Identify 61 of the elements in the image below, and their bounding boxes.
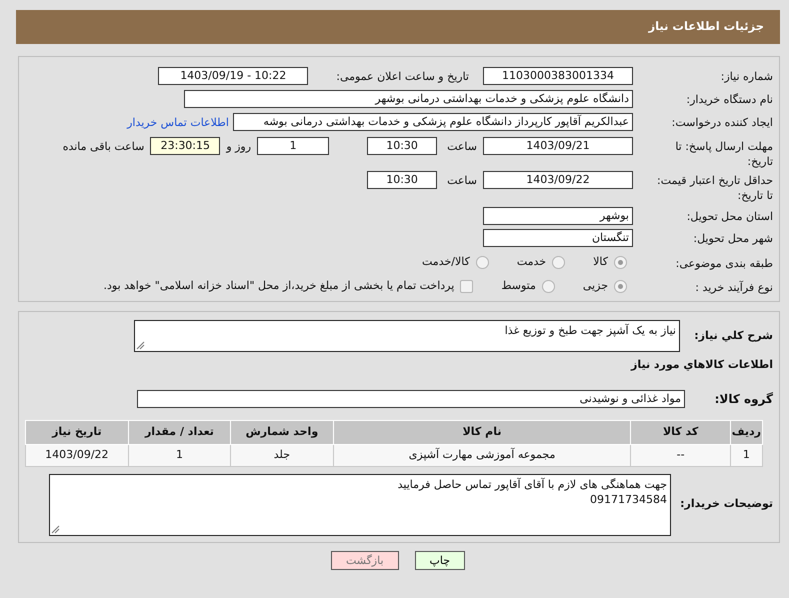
input-field[interactable]: تنگستان <box>483 229 633 247</box>
column-header: تعداد / مقدار <box>128 420 231 444</box>
table-cell: 1403/09/22 <box>26 444 128 466</box>
field-label: استان محل تحویل: <box>686 209 773 224</box>
table-cell: 1 <box>128 444 231 466</box>
radio-button[interactable] <box>476 256 489 268</box>
table-cell: جلد <box>230 444 334 466</box>
column-header: تاریخ نیاز <box>26 420 128 444</box>
field-label: ساعت باقی مانده <box>62 139 146 155</box>
column-header: کد کالا <box>630 420 730 444</box>
table-cell: 1 <box>730 444 762 466</box>
resize-grip-icon[interactable] <box>51 524 60 534</box>
table-cell: مجموعه آموزشی مهارت آشپزی <box>333 444 631 466</box>
field-label: نوع فرآیند خرید : <box>694 280 773 294</box>
input-field[interactable]: 10:30 <box>367 171 438 189</box>
radio-label: کالا <box>593 254 608 270</box>
field-label: شهر محل تحویل: <box>692 231 773 246</box>
input-field[interactable]: 10:30 <box>367 137 438 155</box>
field-label: نام دستگاه خریدار: <box>685 92 773 106</box>
input-field[interactable]: 1103000383001334 <box>483 67 633 85</box>
description-field[interactable]: نیاز به یک آشپز جهت طبخ و توزیع غذا <box>134 320 680 352</box>
field-label: گروه کالا: <box>714 390 773 406</box>
field-label: شرح کلي نياز: <box>693 328 773 343</box>
radio-button[interactable] <box>614 256 627 268</box>
input-field[interactable]: 1403/09/19 - 10:22 <box>158 67 308 85</box>
radio-label: خدمت <box>516 254 546 270</box>
field-label: طبقه بندی موضوعی: <box>674 256 773 270</box>
radio-label: جزیی <box>582 278 608 294</box>
checkbox-label: پرداخت تمام یا بخشی از مبلغ خرید،از محل "اسناد خزانه اسلامی" خواهد بود. <box>104 278 454 294</box>
field-label: توضیحات خریدار: <box>679 496 773 510</box>
input-field[interactable]: عبدالکریم آقاپور کارپرداز دانشگاه علوم پزشکی و خدمات بهداشتی درمانی بوشه <box>233 112 633 130</box>
input-field[interactable]: 1403/09/22 <box>483 171 633 189</box>
table-cell: -- <box>630 444 730 466</box>
field-label: شماره نیاز: <box>720 69 773 84</box>
radio-label: متوسط <box>501 278 536 294</box>
radio-button[interactable] <box>614 280 627 292</box>
column-header: نام کالا <box>333 420 631 444</box>
field-label: تاریخ و ساعت اعلان عمومی: <box>335 69 470 85</box>
field-label: ایجاد کننده درخواست: <box>670 114 773 130</box>
page-header: جزئیات اطلاعات نیاز <box>16 10 780 44</box>
input-field[interactable]: 23:30:15 <box>150 137 220 155</box>
buyer-contact-link[interactable]: اطلاعات تماس خریدار <box>127 112 229 131</box>
field-label: ساعت <box>446 139 478 155</box>
radio-button[interactable] <box>552 256 566 268</box>
checkbox[interactable] <box>460 280 474 292</box>
field-label: ساعت <box>446 173 478 189</box>
section-heading: اطلاعات کالاهاي مورد نياز <box>630 357 773 373</box>
field-label: حداقل تاریخ اعتبار قیمت: تا تاریخ: <box>656 173 773 203</box>
radio-button[interactable] <box>542 280 555 292</box>
input-field[interactable]: دانشگاه علوم پزشکی و خدمات بهداشتی درمانی بوشهر <box>184 90 633 108</box>
input-field[interactable]: 1 <box>257 137 330 155</box>
input-field[interactable]: 1403/09/21 <box>483 137 633 155</box>
print-button[interactable]: چاپ <box>414 550 466 570</box>
radio-label: کالا/خدمت <box>422 254 470 270</box>
field-label: روز و <box>224 139 252 155</box>
column-header: واحد شمارش <box>230 420 334 444</box>
resize-grip-icon[interactable] <box>136 341 145 350</box>
input-field[interactable]: مواد غذائی و نوشیدنی <box>137 390 685 408</box>
input-field[interactable]: بوشهر <box>483 207 633 225</box>
field-label: مهلت ارسال پاسخ: تا تاریخ: <box>674 139 773 169</box>
column-header: ردیف <box>730 420 762 444</box>
